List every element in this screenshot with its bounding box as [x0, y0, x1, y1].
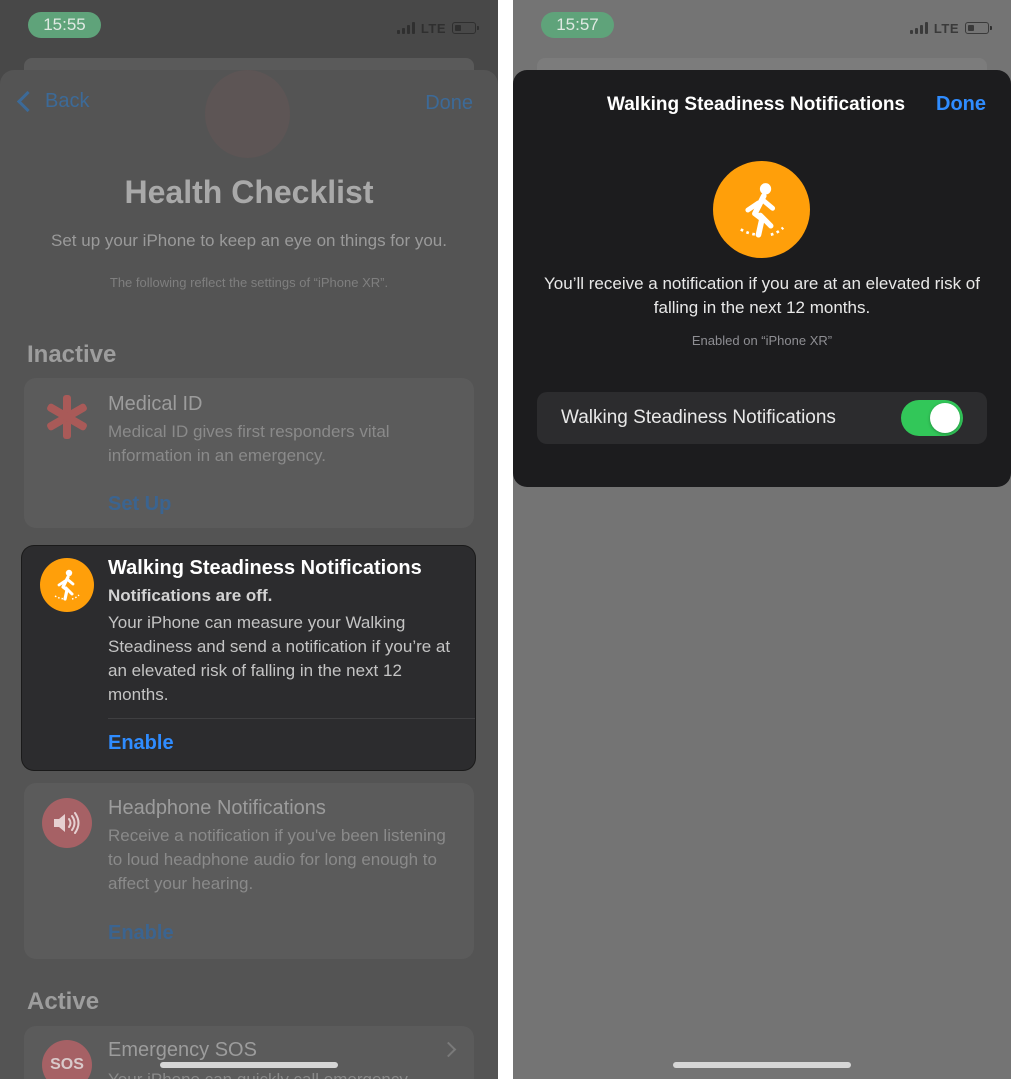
battery-icon: [452, 22, 479, 34]
walking-figure-icon: [40, 558, 94, 612]
back-label: Back: [45, 90, 90, 112]
home-indicator[interactable]: [160, 1062, 338, 1068]
sheet-title: Walking Steadiness Notifications: [607, 94, 906, 115]
sos-text: Your iPhone can quickly call emergency..…: [108, 1068, 448, 1079]
speaker-icon: [42, 798, 92, 848]
asterisk-icon: [45, 395, 89, 439]
walking-steadiness-toggle[interactable]: [901, 400, 963, 436]
walking-card-title: Walking Steadiness Notifications: [108, 557, 422, 579]
section-header-active: Active: [27, 988, 100, 1015]
home-indicator[interactable]: [673, 1062, 851, 1068]
left-screen: 15:55 LTE Back Done Health Checklist Set…: [0, 0, 498, 1079]
page-title: Health Checklist: [124, 174, 374, 210]
header-image-blur: [205, 70, 290, 158]
toggle-row-label: Walking Steadiness Notifications: [561, 407, 836, 428]
walking-enable-button[interactable]: Enable: [108, 732, 174, 755]
network-label: LTE: [420, 20, 446, 36]
divider: [108, 718, 475, 719]
status-icons: LTE: [396, 20, 479, 36]
headphone-card: Headphone Notifications Receive a notifi…: [24, 783, 474, 959]
done-button[interactable]: Done: [936, 93, 986, 116]
toggle-knob: [930, 403, 960, 433]
walking-steadiness-toggle-row: Walking Steadiness Notifications: [537, 392, 987, 444]
headphone-enable-button[interactable]: Enable: [108, 922, 174, 945]
walking-steadiness-card: Walking Steadiness Notifications Notific…: [22, 546, 475, 770]
walking-card-text: Your iPhone can measure your Walking Ste…: [108, 613, 451, 704]
status-time: 15:55: [28, 12, 101, 38]
headphone-title: Headphone Notifications: [108, 797, 326, 819]
page-subtitle: Set up your iPhone to keep an eye on thi…: [51, 231, 447, 250]
walking-card-status: Notifications are off.: [108, 586, 273, 605]
right-screen: 15:57 LTE Walking Steadiness Notificatio…: [513, 0, 1011, 1079]
done-button[interactable]: Done: [425, 92, 473, 115]
sheet-description: You’ll receive a notification if you are…: [544, 274, 980, 317]
sos-title: Emergency SOS: [108, 1039, 257, 1061]
network-label: LTE: [933, 20, 959, 36]
medical-id-title: Medical ID: [108, 393, 203, 415]
walking-steadiness-sheet: Walking Steadiness Notifications Done Yo…: [513, 70, 1011, 487]
device-note: The following reflect the settings of “i…: [109, 275, 389, 290]
section-header-inactive: Inactive: [27, 341, 117, 368]
battery-icon: [965, 22, 992, 34]
emergency-sos-card[interactable]: Emergency SOS Your iPhone can quickly ca…: [24, 1026, 474, 1079]
medical-id-card: Medical ID Medical ID gives first respon…: [24, 378, 474, 528]
signal-bars-icon: [909, 22, 928, 34]
back-button[interactable]: Back: [14, 90, 89, 113]
enabled-note: Enabled on “iPhone XR”: [691, 333, 833, 348]
walking-figure-icon: [713, 161, 810, 258]
status-time: 15:57: [541, 12, 614, 38]
headphone-text: Receive a notification if you've been li…: [108, 826, 446, 893]
chevron-left-icon: [16, 90, 39, 113]
medical-id-setup-button[interactable]: Set Up: [108, 493, 171, 516]
status-icons: LTE: [909, 20, 992, 36]
signal-bars-icon: [396, 22, 415, 34]
medical-id-text: Medical ID gives first responders vital …: [108, 422, 390, 465]
